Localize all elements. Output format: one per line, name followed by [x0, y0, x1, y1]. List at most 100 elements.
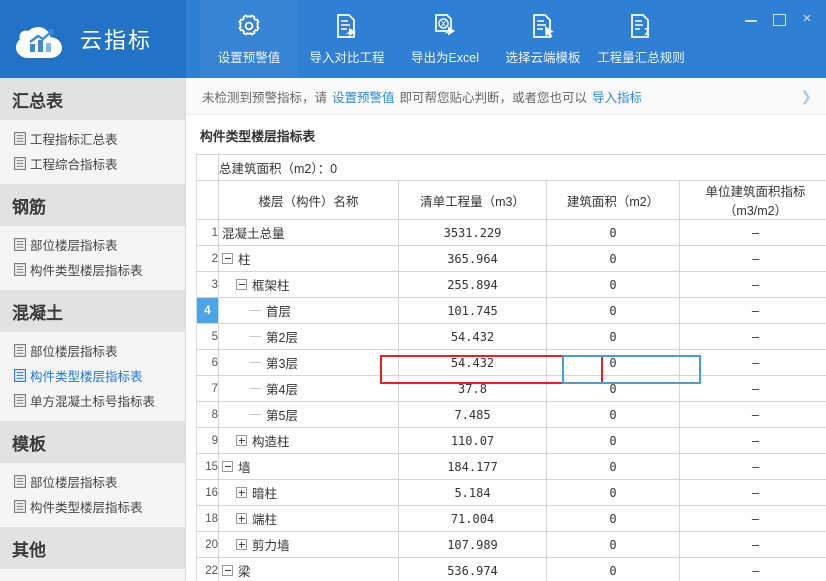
- cell-quantity[interactable]: 365.964: [398, 245, 547, 272]
- row-number[interactable]: 1: [196, 219, 219, 246]
- sidebar-item-5-1[interactable]: 砌体指标表: [0, 575, 185, 581]
- cell-quantity[interactable]: 184.177: [398, 453, 547, 480]
- cell-name[interactable]: 剪力墙: [218, 531, 399, 558]
- tree-expand-icon[interactable]: [236, 513, 247, 524]
- cell-unit-index[interactable]: –: [678, 375, 826, 402]
- tree-collapse-icon[interactable]: [222, 565, 233, 576]
- cell-quantity[interactable]: 71.004: [398, 505, 547, 532]
- cell-building-area[interactable]: 0: [546, 453, 680, 480]
- row-number[interactable]: 3: [196, 271, 219, 298]
- row-number[interactable]: 22: [196, 557, 219, 581]
- minimize-icon[interactable]: [744, 12, 758, 26]
- cell-unit-index[interactable]: –: [678, 245, 826, 272]
- table-row[interactable]: 9 构造柱 110.07 0–: [196, 427, 826, 454]
- sidebar-item-3-3[interactable]: 单方混凝土标号指标表: [0, 388, 185, 413]
- cell-unit-index[interactable]: –: [678, 427, 826, 454]
- cell-name[interactable]: 第3层: [218, 349, 399, 376]
- cell-unit-index[interactable]: –: [678, 557, 826, 581]
- cell-unit-index[interactable]: –: [678, 479, 826, 506]
- table-row[interactable]: 1 混凝土总量 3531.229 0–: [196, 219, 826, 246]
- cell-building-area[interactable]: 0: [546, 219, 680, 246]
- cell-building-area[interactable]: 0: [546, 505, 680, 532]
- tree-collapse-icon[interactable]: [236, 279, 247, 290]
- cell-unit-index[interactable]: –: [678, 219, 826, 246]
- cell-building-area[interactable]: 0: [546, 479, 680, 506]
- toolbar-button-select-cloud-template[interactable]: 选择云端模板: [494, 0, 592, 78]
- cell-quantity[interactable]: 3531.229: [398, 219, 547, 246]
- table-row[interactable]: 20 剪力墙 107.989 0–: [196, 531, 826, 558]
- cell-quantity[interactable]: 110.07: [398, 427, 547, 454]
- cell-unit-index[interactable]: –: [678, 453, 826, 480]
- column-header-0[interactable]: 楼层（构件）名称: [218, 180, 399, 220]
- cell-name[interactable]: 梁: [218, 557, 399, 581]
- tree-expand-icon[interactable]: [236, 435, 247, 446]
- cell-name[interactable]: 第2层: [218, 323, 399, 350]
- toolbar-button-export-excel[interactable]: X 导出为Excel: [396, 0, 494, 78]
- cell-building-area[interactable]: 0: [546, 531, 680, 558]
- column-header-3[interactable]: 单位建筑面积指标（m3/m2）: [678, 180, 826, 220]
- cell-unit-index[interactable]: –: [678, 349, 826, 376]
- row-number[interactable]: 9: [196, 427, 219, 454]
- cell-name[interactable]: 端柱: [218, 505, 399, 532]
- row-number[interactable]: 6: [196, 349, 219, 376]
- sidebar-item-4-1[interactable]: 部位楼层指标表: [0, 469, 185, 494]
- cell-quantity[interactable]: 107.989: [398, 531, 547, 558]
- cell-building-area[interactable]: 0: [546, 427, 680, 454]
- table-row[interactable]: 7 第4层 37.8 0–: [196, 375, 826, 402]
- cell-quantity[interactable]: 54.432: [398, 349, 547, 376]
- tree-collapse-icon[interactable]: [222, 461, 233, 472]
- table-row[interactable]: 15 墙 184.177 0–: [196, 453, 826, 480]
- table-row[interactable]: 5 第2层 54.432 0–: [196, 323, 826, 350]
- cell-name[interactable]: 构造柱: [218, 427, 399, 454]
- notice-link-set-warning-value[interactable]: 设置预警值: [332, 87, 395, 106]
- cell-building-area[interactable]: 0: [546, 297, 680, 324]
- cell-name[interactable]: 第4层: [218, 375, 399, 402]
- row-number[interactable]: 18: [196, 505, 219, 532]
- toolbar-button-quantity-summary-rules[interactable]: Σ 工程量汇总规则: [592, 0, 690, 78]
- sidebar-item-2-2[interactable]: 构件类型楼层指标表: [0, 257, 185, 282]
- cell-unit-index[interactable]: –: [678, 531, 826, 558]
- cell-quantity[interactable]: 255.894: [398, 271, 547, 298]
- sidebar-item-1-1[interactable]: 工程指标汇总表: [0, 126, 185, 151]
- sidebar[interactable]: 汇总表 工程指标汇总表 工程综合指标表 钢筋 部位楼层指标表 构件类型楼层指标表 混凝土 部位…: [0, 78, 186, 581]
- table-row[interactable]: 3 框架柱 255.894 0–: [196, 271, 826, 298]
- cell-unit-index[interactable]: –: [678, 323, 826, 350]
- sidebar-item-2-1[interactable]: 部位楼层指标表: [0, 232, 185, 257]
- sidebar-item-3-2[interactable]: 构件类型楼层指标表: [0, 363, 185, 388]
- notice-close-icon[interactable]: ❯: [800, 88, 814, 105]
- table-row[interactable]: 18 端柱 71.004 0–: [196, 505, 826, 532]
- table-row[interactable]: 16 暗柱 5.184 0–: [196, 479, 826, 506]
- cell-unit-index[interactable]: –: [678, 401, 826, 428]
- cell-building-area[interactable]: 0: [546, 349, 680, 376]
- cell-name[interactable]: 框架柱: [218, 271, 399, 298]
- tree-collapse-icon[interactable]: [222, 253, 233, 264]
- toolbar-button-set-warning-value[interactable]: 设置预警值: [200, 0, 298, 78]
- tree-expand-icon[interactable]: [236, 539, 247, 550]
- cell-name[interactable]: 混凝土总量: [218, 219, 399, 246]
- table-row[interactable]: 22 梁 536.974 0–: [196, 557, 826, 581]
- maximize-icon[interactable]: [772, 12, 786, 26]
- tree-expand-icon[interactable]: [236, 487, 247, 498]
- cell-quantity[interactable]: 37.8: [398, 375, 547, 402]
- row-number[interactable]: 5: [196, 323, 219, 350]
- cell-name[interactable]: 首层: [218, 297, 399, 324]
- column-header-2[interactable]: 建筑面积（m2）: [546, 180, 680, 220]
- cell-quantity[interactable]: 101.745: [398, 297, 547, 324]
- table-row[interactable]: 6 第3层 54.432 0–: [196, 349, 826, 376]
- row-number[interactable]: 4: [196, 297, 219, 324]
- row-number[interactable]: 8: [196, 401, 219, 428]
- cell-building-area[interactable]: 0: [546, 323, 680, 350]
- sidebar-item-4-2[interactable]: 构件类型楼层指标表: [0, 494, 185, 519]
- row-number[interactable]: 15: [196, 453, 219, 480]
- cell-building-area[interactable]: 0: [546, 245, 680, 272]
- toolbar-button-import-compare-project[interactable]: 导入对比工程: [298, 0, 396, 78]
- cell-quantity[interactable]: 7.485: [398, 401, 547, 428]
- cell-unit-index[interactable]: –: [678, 297, 826, 324]
- cell-name[interactable]: 墙: [218, 453, 399, 480]
- row-number[interactable]: 7: [196, 375, 219, 402]
- cell-quantity[interactable]: 536.974: [398, 557, 547, 581]
- table-row[interactable]: 4 首层 101.745 0–: [196, 297, 826, 324]
- column-header-1[interactable]: 清单工程量（m3）: [398, 180, 547, 220]
- close-icon[interactable]: ×: [800, 11, 814, 26]
- sidebar-item-3-1[interactable]: 部位楼层指标表: [0, 338, 185, 363]
